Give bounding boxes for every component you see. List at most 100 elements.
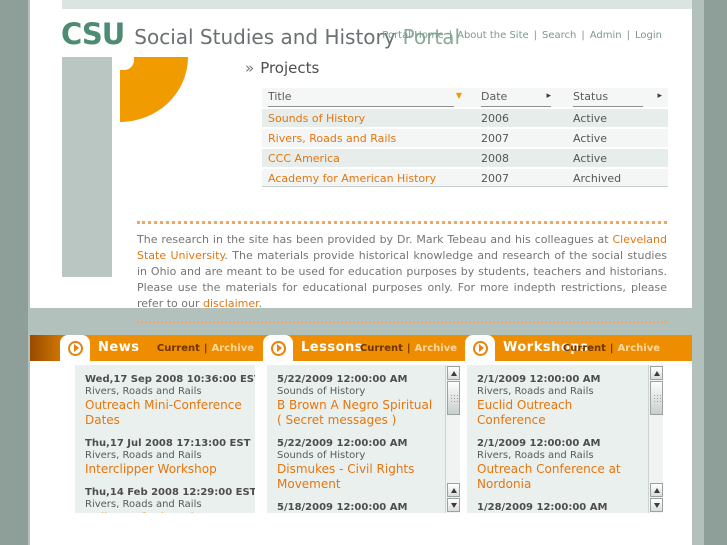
news-item: Thu,14 Feb 2008 12:29:00 EST Rivers, Roa… [85,487,255,513]
disclaimer-link[interactable]: disclaimer [203,297,259,310]
lessons-current-link[interactable]: Current [360,343,403,354]
lesson-item: 5/18/2009 12:00:00 AM Sounds of History … [277,502,438,513]
workshop-item: 2/1/2009 12:00:00 AM Rivers, Roads and R… [477,374,641,428]
project-status: Active [573,132,608,145]
arrow-down-icon [450,502,457,508]
project-status: Active [573,112,608,125]
decorative-vertical-bar [62,57,112,277]
links-separator: | [609,343,614,354]
scroll-down-button[interactable] [650,498,663,512]
news-view-links: Current | Archive [154,335,254,361]
nav-login[interactable]: Login [635,30,662,41]
project-status: Active [573,152,608,165]
about-paragraph: The research in the site has been provid… [137,221,667,323]
item-project: Rivers, Roads and Rails [477,386,594,397]
lessons-section-title: Lessons [301,340,363,355]
nav-separator: | [533,30,538,41]
lessons-archive-link[interactable]: Archive [415,343,457,354]
item-title-link[interactable]: Dismukes - Civil Rights Movement [277,462,438,492]
nav-separator: | [448,30,453,41]
scroll-up-button[interactable] [650,366,663,380]
item-title-link[interactable]: College of Education Partnership Confere… [85,511,247,513]
lesson-item: 5/22/2009 12:00:00 AM Sounds of History … [277,438,438,492]
item-date: 2/1/2009 12:00:00 AM [477,438,601,449]
news-current-link[interactable]: Current [157,343,200,354]
projects-table: Title ▼ Date ▸ Status ▸ Sounds of Histor… [262,88,668,187]
nav-search[interactable]: Search [542,30,576,41]
scrollbar[interactable] [445,365,460,513]
scrollbar-thumb[interactable] [447,381,460,415]
item-date: 5/18/2009 12:00:00 AM [277,502,408,513]
scrollbar-thumb[interactable] [650,381,663,415]
date-column-label[interactable]: Date [481,90,551,107]
project-date: 2008 [481,152,509,165]
about-text: . [258,297,263,310]
item-project: Rivers, Roads and Rails [85,386,202,397]
nav-admin[interactable]: Admin [590,30,622,41]
links-separator: | [406,343,411,354]
scroll-up-button[interactable] [650,483,663,497]
project-link[interactable]: Academy for American History [268,172,436,185]
item-title-link[interactable]: B Brown A Negro Spiritual ( Secret messa… [277,398,438,428]
play-circle-icon [67,340,83,356]
workshops-list-panel: 2/1/2009 12:00:00 AM Rivers, Roads and R… [467,365,663,513]
about-text: The research in the site has been provid… [137,233,613,246]
lessons-list-panel: 5/22/2009 12:00:00 AM Sounds of History … [267,365,460,513]
scroll-up-button[interactable] [447,366,460,380]
project-link[interactable]: Rivers, Roads and Rails [268,132,396,145]
item-title-link[interactable]: Interclipper Workshop [85,462,247,477]
top-navigation: Portal Home | About the Site | Search | Admin |… [382,30,662,41]
workshops-archive-link[interactable]: Archive [618,343,660,354]
workshops-current-link[interactable]: Current [563,343,606,354]
news-archive-link[interactable]: Archive [212,343,254,354]
sort-desc-icon[interactable]: ▼ [456,91,462,100]
item-project: Rivers, Roads and Rails [85,450,202,461]
scrollbar-buttons [649,482,663,513]
item-title-link[interactable]: Euclid Outreach Conference [477,398,641,428]
project-link[interactable]: CCC America [268,152,340,165]
item-date: 5/22/2009 12:00:00 AM [277,438,408,449]
scroll-up-button[interactable] [447,483,460,497]
site-title: Social Studies and History [134,25,396,49]
arrow-down-icon [653,502,660,508]
main-card: CSU Social Studies and History Portal Po… [30,0,692,323]
item-date: Thu,17 Jul 2008 17:13:00 EST [85,438,251,449]
play-icon [73,344,79,352]
nav-separator: | [626,30,631,41]
tab-news[interactable] [60,335,90,361]
lesson-item: 5/22/2009 12:00:00 AM Sounds of History … [277,374,438,428]
news-list-panel: Wed,17 Sep 2008 10:36:00 EST Rivers, Roa… [75,365,255,513]
play-circle-icon [472,340,488,356]
grip-icon [449,394,458,402]
item-date: 5/22/2009 12:00:00 AM [277,374,408,385]
scrollbar[interactable] [648,365,663,513]
item-date: Thu,14 Feb 2008 12:29:00 EST [85,487,255,498]
orange-fan-decoration [120,57,188,122]
project-date: 2007 [481,132,509,145]
nav-about-the-site[interactable]: About the Site [457,30,529,41]
news-section-title: News [98,340,140,355]
scroll-down-button[interactable] [447,498,460,512]
column-header-status: Status ▸ [557,88,668,107]
arrow-up-icon [450,487,457,493]
project-link[interactable]: Sounds of History [268,112,365,125]
grip-icon [652,394,661,402]
item-title-link[interactable]: Outreach Conference at Nordonia [477,462,641,492]
chevrons-icon: » [245,59,255,77]
tab-workshops[interactable] [465,335,495,361]
sort-icon[interactable]: ▸ [546,91,551,101]
news-item: Wed,17 Sep 2008 10:36:00 EST Rivers, Roa… [85,374,255,428]
item-title-link[interactable]: Outreach Mini-Conference Dates [85,398,247,428]
status-column-label[interactable]: Status [573,90,643,107]
news-item: Thu,17 Jul 2008 17:13:00 EST Rivers, Roa… [85,438,251,477]
table-row: Academy for American History 2007 Archiv… [262,167,668,187]
table-row: Sounds of History 2006 Active [262,107,668,127]
tab-lessons[interactable] [263,335,293,361]
nav-portal-home[interactable]: Portal Home [382,30,443,41]
item-project: Rivers, Roads and Rails [85,499,202,510]
title-column-label[interactable]: Title [268,90,454,107]
project-date: 2007 [481,172,509,185]
sort-icon[interactable]: ▸ [657,91,662,101]
item-project: Rivers, Roads and Rails [477,450,594,461]
item-project: Sounds of History [277,386,366,397]
